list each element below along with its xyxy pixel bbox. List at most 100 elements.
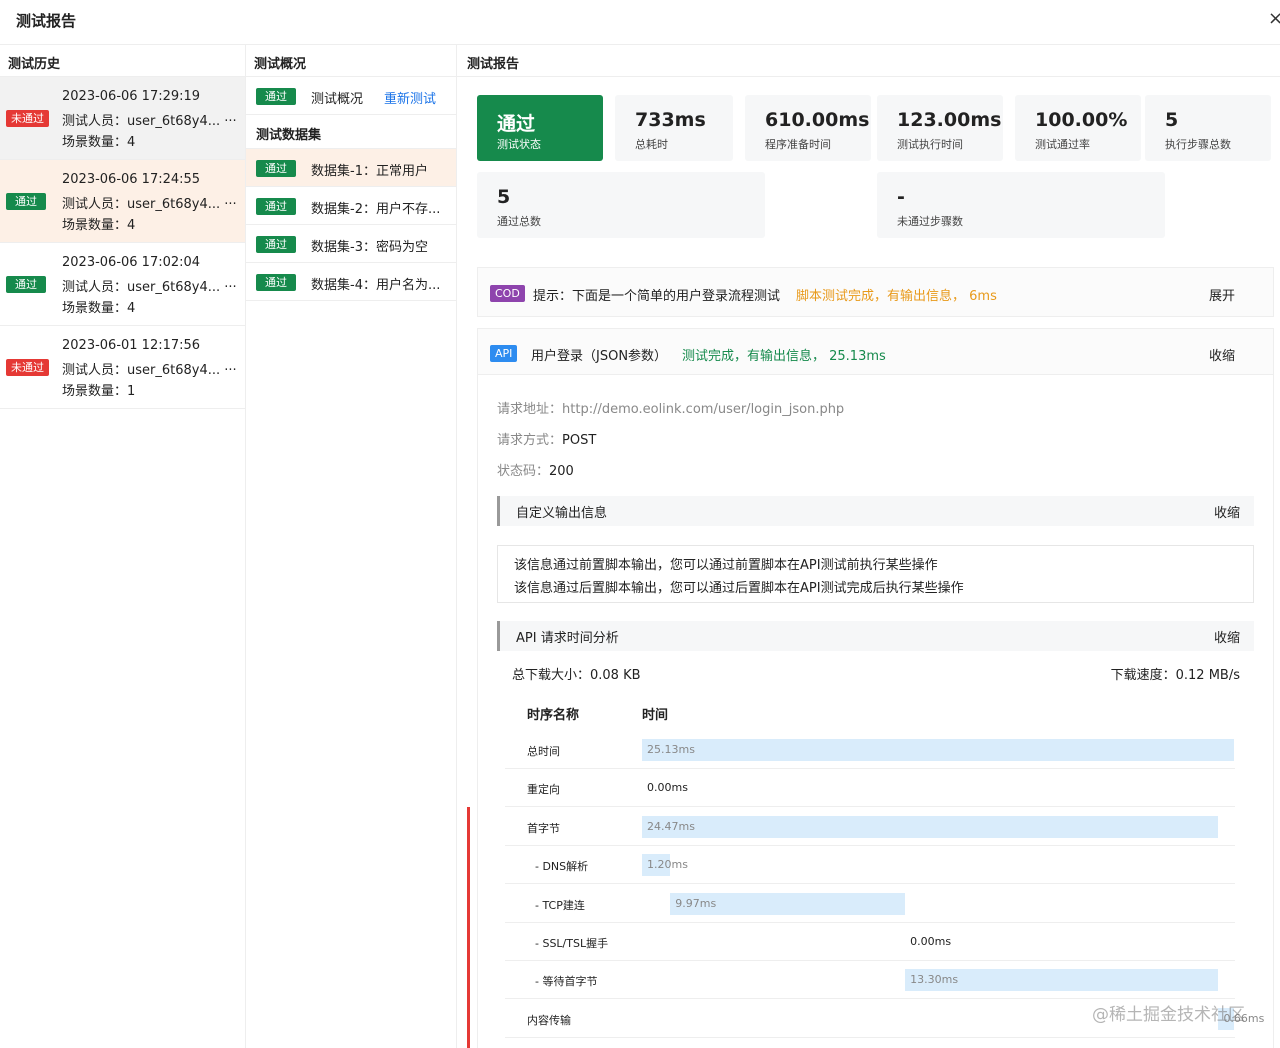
status-badge: 通过 (256, 236, 296, 253)
overview-title: 测试概况 (246, 45, 456, 77)
timing-name: - SSL/TSL握手 (535, 937, 609, 950)
dataset-item[interactable]: 通过 数据集-1：正常用户 (246, 149, 456, 187)
api-badge: API (490, 345, 518, 362)
timing-name: - TCP建连 (535, 898, 585, 912)
custom-output-box: 该信息通过前置脚本输出，您可以通过前置脚本在API测试前执行某些操作 该信息通过… (497, 545, 1254, 603)
timing-row: - SSL/TSL握手 0.00ms (505, 923, 1235, 961)
timing-row: 重定向 0.00ms (505, 769, 1235, 808)
dataset-item[interactable]: 通过 数据集-3：密码为空 (246, 225, 456, 263)
timing-row: - 等待首字节 13.30ms (505, 961, 1235, 1000)
timing-value: 25.13ms (647, 743, 695, 756)
timing-name: - DNS解析 (535, 860, 589, 874)
stat-value: 733ms (635, 109, 706, 131)
history-list: 未通过 2023-06-06 17:29:19 测试人员：user_6t68y4..… (0, 77, 245, 409)
custom-output-header[interactable]: 自定义输出信息 收缩 (497, 496, 1254, 526)
stat-label: 程序准备时间 (765, 138, 831, 151)
history-time: 2023-06-06 17:02:04 (62, 255, 201, 270)
retest-link[interactable]: 重新测试 (384, 88, 436, 107)
timing-header[interactable]: API 请求时间分析 收缩 (497, 621, 1254, 651)
dataset-item[interactable]: 通过 数据集-4：用户名为... (246, 263, 456, 301)
report-title: 测试报告 (457, 45, 1280, 77)
history-item[interactable]: 通过 2023-06-06 17:02:04 测试人员：user_6t68y4...… (0, 243, 245, 326)
history-item[interactable]: 通过 2023-06-06 17:24:55 测试人员：user_6t68y4...… (0, 160, 245, 243)
dataset-label: 数据集-4：用户名为... (311, 278, 441, 293)
cod-row[interactable]: COD 提示：下面是一个简单的用户登录流程测试 脚本测试完成，有输出信息， 6m… (477, 267, 1274, 317)
api-row[interactable]: API 用户登录（JSON参数） 测试完成，有输出信息， 25.13ms 收缩 (478, 329, 1273, 375)
timing-value: 24.47ms (647, 819, 695, 833)
history-time: 2023-06-01 12:17:56 (62, 338, 201, 353)
timing-row: 首字节 24.47ms (505, 808, 1235, 846)
modal-title: 测试报告 (16, 12, 77, 30)
output-line: 该信息通过后置脚本输出，您可以通过后置脚本在API测试完成后执行某些操作 (514, 581, 964, 596)
watermark: @稀土掘金技术社区 (1092, 1005, 1245, 1025)
modal-header: 测试报告 × (0, 0, 1280, 45)
col-time-header: 时间 (642, 708, 669, 723)
timing-name: 首字节 (527, 821, 560, 835)
red-marker (467, 807, 470, 1048)
dataset-label: 数据集-2：用户不存... (311, 202, 441, 217)
timing-bar (642, 815, 1219, 838)
status-badge: 未通过 (6, 110, 49, 127)
timing-collapse[interactable]: 收缩 (1214, 627, 1240, 646)
stat-label: 未通过步骤数 (897, 215, 963, 228)
history-scenes: 场景数量：4 (62, 135, 136, 150)
stat-value: 通过 (497, 113, 536, 135)
overview-row[interactable]: 通过 测试概况 重新测试 (246, 77, 456, 115)
stat-card: 733ms 总耗时 (615, 95, 733, 161)
timing-value: 0.00ms (910, 935, 952, 948)
dataset-label: 数据集-3：密码为空 (311, 240, 428, 255)
stat-card: 5 通过总数 (477, 172, 765, 238)
overview-label: 测试概况 (311, 92, 364, 107)
dataset-list: 通过 数据集-1：正常用户 通过 数据集-2：用户不存... 通过 数据集-3：密码为空通… (246, 149, 456, 301)
stat-card: 通过 测试状态 (477, 95, 603, 161)
dataset-item[interactable]: 通过 数据集-2：用户不存... (246, 187, 456, 225)
download-speed: 下载速度：0.12 MB/s (1110, 668, 1240, 683)
download-size: 总下载大小：0.08 KB (512, 668, 641, 683)
timing-value: 1.20ms (647, 858, 688, 872)
overview-panel: 测试概况 通过 测试概况 重新测试 测试数据集 通过 数据集-1：正常用户 通过 数据… (246, 45, 457, 1048)
output-line: 该信息通过前置脚本输出，您可以通过前置脚本在API测试前执行某些操作 (514, 558, 938, 573)
timing-name: 总时间 (527, 745, 560, 758)
timing-name: 内容传输 (527, 1013, 571, 1027)
history-item[interactable]: 未通过 2023-06-01 12:17:56 测试人员：user_6t68y4..… (0, 326, 245, 409)
status-badge: 通过 (6, 193, 46, 210)
stat-label: 测试执行时间 (897, 138, 963, 151)
history-time: 2023-06-06 17:24:55 (62, 172, 201, 187)
cod-text: 提示：下面是一个简单的用户登录流程测试 (533, 289, 781, 304)
history-item[interactable]: 未通过 2023-06-06 17:29:19 测试人员：user_6t68y4..… (0, 77, 245, 160)
stat-label: 测试通过率 (1035, 138, 1090, 151)
cod-result: 脚本测试完成，有输出信息， 6ms (796, 289, 997, 304)
collapse-button[interactable]: 收缩 (1209, 345, 1235, 364)
timing-name: - 等待首字节 (535, 975, 598, 989)
timing-bar (642, 739, 1234, 761)
timing-row: 总时间 25.13ms (505, 731, 1235, 769)
expand-button[interactable]: 展开 (1209, 285, 1235, 304)
dataset-label: 数据集-1：正常用户 (311, 164, 428, 179)
history-scenes: 场景数量：1 (62, 384, 136, 399)
status-badge: 通过 (6, 276, 46, 293)
stat-card: - 未通过步骤数 (877, 172, 1165, 238)
history-title: 测试历史 (0, 45, 245, 77)
status-badge: 通过 (256, 198, 296, 215)
history-tester: 测试人员：user_6t68y4... ··· (62, 363, 237, 378)
stat-value: 5 (1165, 109, 1179, 131)
timing-row: - TCP建连 9.97ms (505, 885, 1235, 923)
status-badge: 通过 (256, 274, 296, 291)
request-method: 请求方式：POST (497, 433, 597, 448)
status-badge: 通过 (256, 160, 296, 177)
stat-label: 测试状态 (497, 138, 541, 151)
history-scenes: 场景数量：4 (62, 301, 136, 316)
stat-label: 总耗时 (635, 138, 668, 151)
timing-value: 13.30ms (910, 973, 959, 987)
stat-card: 123.00ms 测试执行时间 (877, 95, 1003, 161)
close-icon[interactable]: × (1268, 8, 1280, 29)
custom-output-collapse[interactable]: 收缩 (1214, 502, 1240, 521)
report-panel: 测试报告 通过 测试状态 733ms 总耗时 610.00ms 程序准备时间 123.00m… (457, 45, 1280, 1048)
timing-value: 0.00ms (647, 781, 688, 795)
stat-value: - (897, 186, 905, 208)
request-url: 请求地址：http://demo.eolink.com/user/login_j… (497, 402, 845, 417)
timing-name: 重定向 (527, 783, 560, 797)
timing-row: - DNS解析 1.20ms (505, 846, 1235, 885)
stat-label: 通过总数 (497, 215, 541, 228)
custom-output-title: 自定义输出信息 (516, 506, 608, 521)
